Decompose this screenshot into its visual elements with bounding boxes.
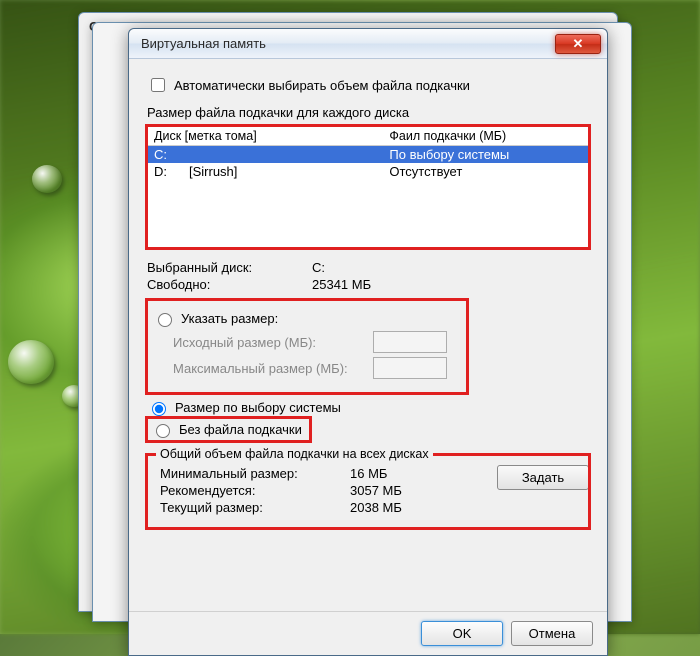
drive-letter: D: [154,164,167,179]
min-size-value: 16 МБ [350,466,387,481]
custom-size-radio[interactable] [158,313,172,327]
free-space-label: Свободно: [147,277,312,292]
paging-col-label: Фаил подкачки (МБ) [389,129,582,143]
close-button[interactable]: ✕ [555,34,601,54]
dialog-content: Автоматически выбирать объем файла подка… [129,59,607,611]
drive-list[interactable]: Диск [метка тома] Фаил подкачки (МБ) C: … [147,126,589,248]
selected-drive-row: Выбранный диск: C: [147,260,589,275]
drive-col-label: Диск [метка тома] [154,129,389,143]
recommended-value: 3057 МБ [350,483,402,498]
free-space-value: 25341 МБ [312,277,371,292]
free-space-row: Свободно: 25341 МБ [147,277,589,292]
drive-volume-label: [Sirrush] [189,164,237,179]
totals-legend: Общий объем файла подкачки на всех диска… [156,447,433,461]
dialog-footer: OK Отмена [129,611,607,655]
auto-manage-checkbox[interactable] [151,78,165,92]
current-size-value: 2038 МБ [350,500,402,515]
current-size-label: Текущий размер: [160,500,350,515]
selected-drive-value: C: [312,260,325,275]
system-managed-label: Размер по выбору системы [175,400,341,415]
selected-drive-label: Выбранный диск: [147,260,312,275]
initial-size-label: Исходный размер (МБ): [173,335,373,350]
no-paging-label: Без файла подкачки [179,422,302,437]
virtual-memory-dialog: Виртуальная память ✕ Автоматически выбир… [128,28,608,656]
totals-fieldset: Общий объем файла подкачки на всех диска… [147,455,589,528]
auto-manage-label: Автоматически выбирать объем файла подка… [174,78,470,93]
close-icon: ✕ [573,36,584,52]
per-drive-section-label: Размер файла подкачки для каждого диска [147,105,589,120]
titlebar[interactable]: Виртуальная память ✕ [129,29,607,59]
system-managed-radio[interactable] [152,402,166,416]
drive-paging-value: Отсутствует [389,164,462,179]
dialog-title: Виртуальная память [141,36,555,51]
custom-size-group: Указать размер: Исходный размер (МБ): Ма… [147,300,467,393]
drive-list-header: Диск [метка тома] Фаил подкачки (МБ) [148,127,588,146]
no-paging-radio[interactable] [156,424,170,438]
drive-row[interactable]: C: По выбору системы [148,146,588,163]
no-paging-group: Без файла подкачки [147,418,310,441]
wallpaper-droplet [8,340,54,384]
drive-letter: C: [154,147,167,162]
max-size-label: Максимальный размер (МБ): [173,361,373,376]
drive-row[interactable]: D: [Sirrush] Отсутствует [148,163,588,180]
recommended-label: Рекомендуется: [160,483,350,498]
drive-paging-value: По выбору системы [389,147,509,162]
wallpaper-droplet [32,165,62,193]
custom-size-label: Указать размер: [181,311,278,326]
min-size-label: Минимальный размер: [160,466,350,481]
max-size-input[interactable] [373,357,447,379]
initial-size-input[interactable] [373,331,447,353]
